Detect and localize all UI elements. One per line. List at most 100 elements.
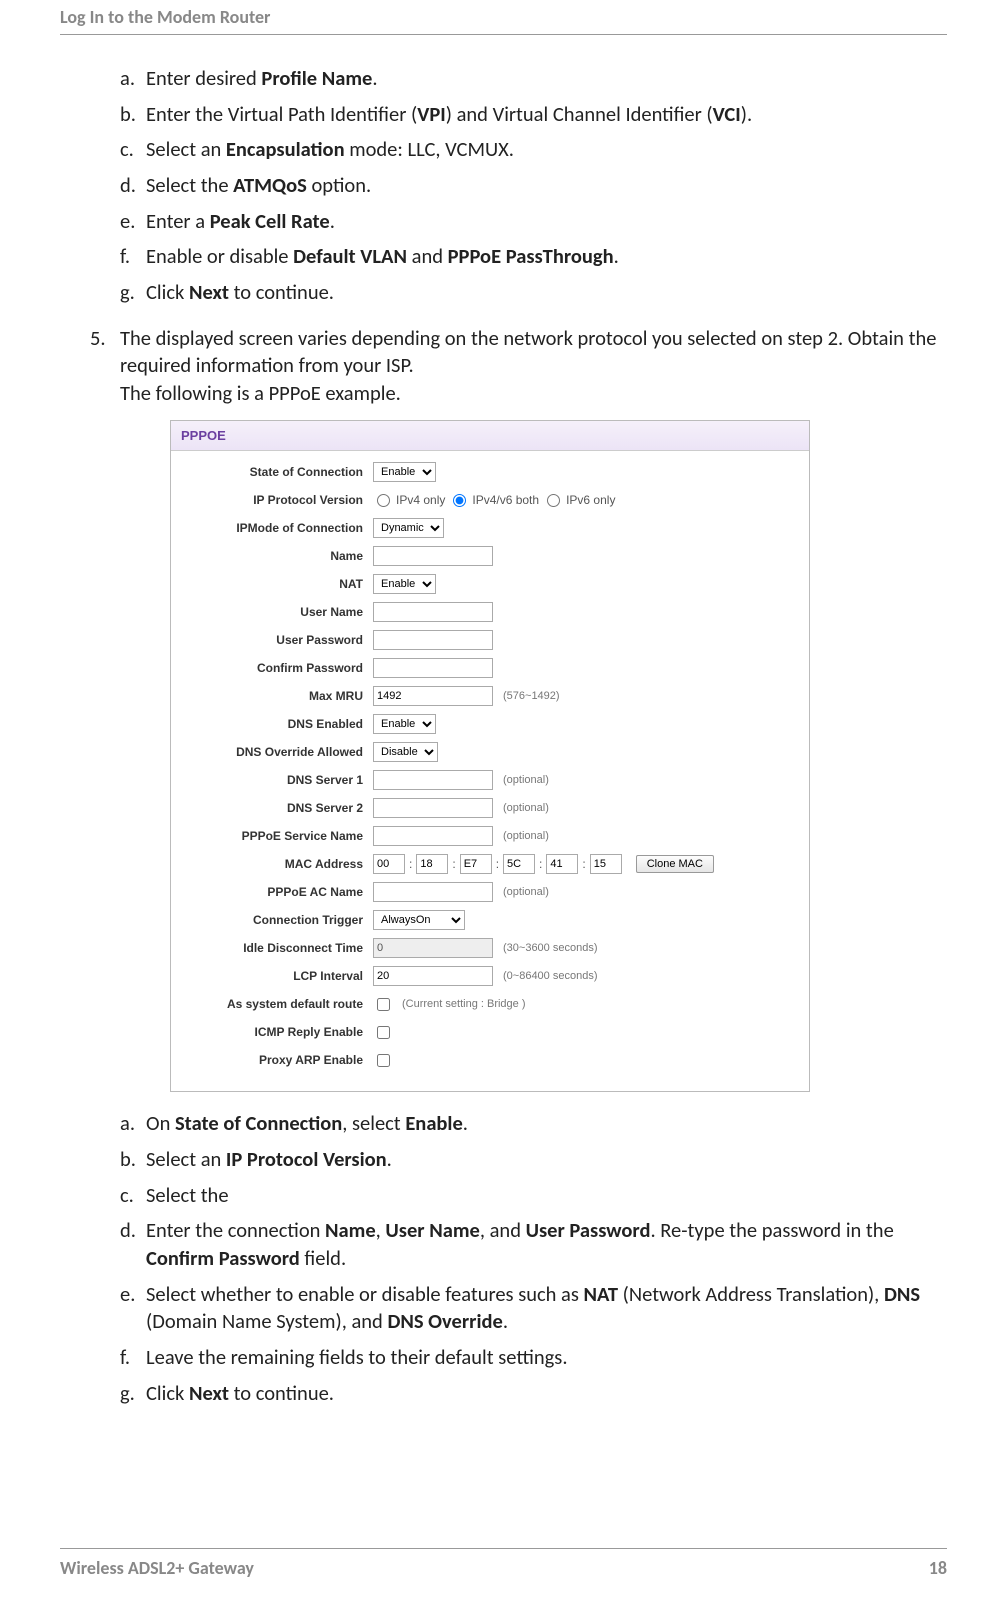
step-5: 5. The displayed screen varies depending…: [90, 325, 947, 408]
mru-input[interactable]: [373, 686, 493, 706]
marker-d: d.: [120, 172, 146, 200]
confirm-password-input[interactable]: [373, 658, 493, 678]
page-footer: Wireless ADSL2+ Gateway 18: [60, 1548, 947, 1579]
idle-input[interactable]: [373, 938, 493, 958]
marker-2f: f.: [120, 1344, 146, 1372]
label-dns1: DNS Server 1: [183, 772, 373, 788]
label-parp: Proxy ARP Enable: [183, 1052, 373, 1068]
mac-3[interactable]: [503, 854, 535, 874]
psn-hint: (optional): [503, 829, 549, 844]
item-2c: Select the: [146, 1182, 229, 1210]
dns1-hint: (optional): [503, 773, 549, 788]
label-ipmode: IPMode of Connection: [183, 520, 373, 536]
label-defr: As system default route: [183, 996, 373, 1012]
defaultroute-checkbox[interactable]: [377, 998, 390, 1011]
item-1a: Enter desired Profile Name.: [146, 65, 378, 93]
label-ipver: IP Protocol Version: [183, 492, 373, 508]
label-name: Name: [183, 548, 373, 564]
label-psn: PPPoE Service Name: [183, 828, 373, 844]
radio-ipv4[interactable]: [377, 494, 390, 507]
footer-left: Wireless ADSL2+ Gateway: [60, 1557, 254, 1579]
item-2g: Click Next to continue.: [146, 1380, 334, 1408]
mac-2[interactable]: [460, 854, 492, 874]
item-2f: Leave the remaining fields to their defa…: [146, 1344, 568, 1372]
form-title: PPPOE: [171, 421, 809, 452]
page-header: Log In to the Modem Router: [60, 0, 947, 35]
dns2-hint: (optional): [503, 801, 549, 816]
mac-1[interactable]: [416, 854, 448, 874]
label-state: State of Connection: [183, 464, 373, 480]
lcp-hint: (0~86400 seconds): [503, 969, 597, 984]
password-input[interactable]: [373, 630, 493, 650]
state-select[interactable]: Enable: [373, 462, 436, 482]
icmp-checkbox[interactable]: [377, 1026, 390, 1039]
sublist-2: a.On State of Connection, select Enable.…: [120, 1110, 947, 1407]
acn-hint: (optional): [503, 885, 549, 900]
item-2a: On State of Connection, select Enable.: [146, 1110, 468, 1138]
marker-a: a.: [120, 65, 146, 93]
item-2b: Select an IP Protocol Version.: [146, 1146, 392, 1174]
marker-2g: g.: [120, 1380, 146, 1408]
label-dnso: DNS Override Allowed: [183, 744, 373, 760]
trigger-select[interactable]: AlwaysOn: [373, 910, 465, 930]
marker-f: f.: [120, 243, 146, 271]
item-1b: Enter the Virtual Path Identifier (VPI) …: [146, 101, 752, 129]
marker-2a: a.: [120, 1110, 146, 1138]
name-input[interactable]: [373, 546, 493, 566]
sublist-1: a.Enter desired Profile Name. b.Enter th…: [120, 65, 947, 307]
dnsenabled-select[interactable]: Enable: [373, 714, 436, 734]
opt-ipv4: IPv4 only: [396, 492, 445, 508]
mru-hint: (576~1492): [503, 689, 560, 704]
username-input[interactable]: [373, 602, 493, 622]
mac-4[interactable]: [546, 854, 578, 874]
dnsoverride-select[interactable]: Disable: [373, 742, 438, 762]
marker-2d: d.: [120, 1217, 146, 1272]
nat-select[interactable]: Enable: [373, 574, 436, 594]
clone-mac-button[interactable]: Clone MAC: [636, 855, 714, 873]
item-2e: Select whether to enable or disable feat…: [146, 1281, 947, 1336]
marker-2e: e.: [120, 1281, 146, 1336]
label-dnse: DNS Enabled: [183, 716, 373, 732]
marker-e: e.: [120, 208, 146, 236]
pppoe-form-screenshot: PPPOE State of ConnectionEnable IP Proto…: [170, 420, 810, 1093]
marker-5: 5.: [90, 325, 120, 408]
acname-input[interactable]: [373, 882, 493, 902]
label-acn: PPPoE AC Name: [183, 884, 373, 900]
label-uname: User Name: [183, 604, 373, 620]
mac-0[interactable]: [373, 854, 405, 874]
marker-c: c.: [120, 136, 146, 164]
idle-hint: (30~3600 seconds): [503, 941, 597, 956]
label-mru: Max MRU: [183, 688, 373, 704]
label-lcp: LCP Interval: [183, 968, 373, 984]
opt-ipv6: IPv6 only: [566, 492, 615, 508]
dns2-input[interactable]: [373, 798, 493, 818]
radio-ipv46[interactable]: [453, 494, 466, 507]
step5-line1: The displayed screen varies depending on…: [120, 325, 947, 380]
marker-g: g.: [120, 279, 146, 307]
dns1-input[interactable]: [373, 770, 493, 790]
proxyarp-checkbox[interactable]: [377, 1054, 390, 1067]
marker-b: b.: [120, 101, 146, 129]
item-1c: Select an Encapsulation mode: LLC, VCMUX…: [146, 136, 514, 164]
lcp-input[interactable]: [373, 966, 493, 986]
label-mac: MAC Address: [183, 856, 373, 872]
item-1d: Select the ATMQoS option.: [146, 172, 371, 200]
item-1f: Enable or disable Default VLAN and PPPoE…: [146, 243, 619, 271]
defr-hint: (Current setting : Bridge ): [402, 997, 526, 1012]
ipmode-select[interactable]: Dynamic: [373, 518, 444, 538]
mac-5[interactable]: [590, 854, 622, 874]
item-2d: Enter the connection Name, User Name, an…: [146, 1217, 947, 1272]
marker-2c: c.: [120, 1182, 146, 1210]
step5-line2: The following is a PPPoE example.: [120, 380, 947, 408]
label-nat: NAT: [183, 576, 373, 592]
item-1g: Click Next to continue.: [146, 279, 334, 307]
item-1e: Enter a Peak Cell Rate.: [146, 208, 335, 236]
servicename-input[interactable]: [373, 826, 493, 846]
label-upass: User Password: [183, 632, 373, 648]
marker-2b: b.: [120, 1146, 146, 1174]
label-icmp: ICMP Reply Enable: [183, 1024, 373, 1040]
radio-ipv6[interactable]: [547, 494, 560, 507]
label-trig: Connection Trigger: [183, 912, 373, 928]
opt-ipv46: IPv4/v6 both: [472, 492, 539, 508]
label-cpass: Confirm Password: [183, 660, 373, 676]
